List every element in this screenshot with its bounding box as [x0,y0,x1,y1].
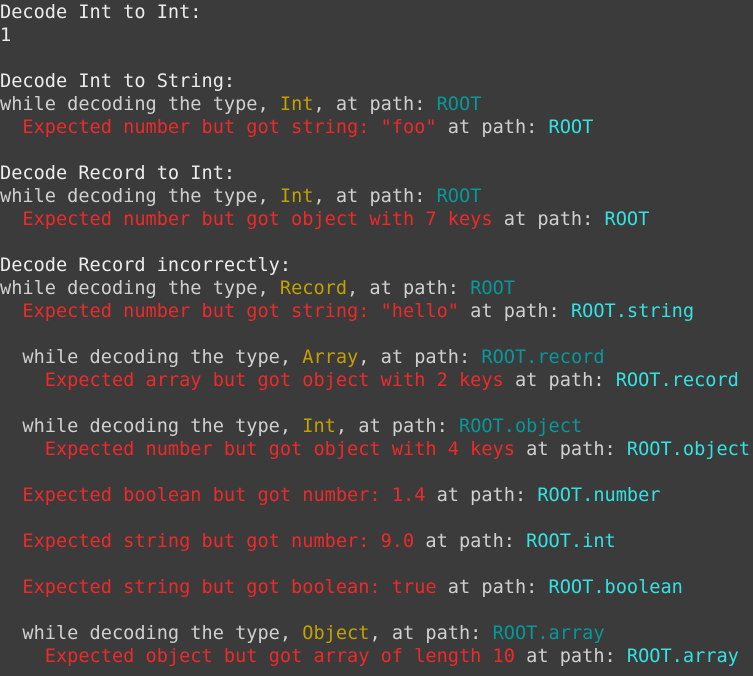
error-path: ROOT.int [526,531,616,552]
terminal-line: while decoding the type, Record, at path… [0,277,753,300]
terminal-line: Decode Int to Int: [0,1,753,24]
context-path: ROOT.array [492,623,605,644]
type-name: Int [302,416,336,437]
error-message: Expected number but got object with 7 ke… [22,209,493,230]
error-message: Expected boolean but got number: 1.4 [22,485,426,506]
context-path: ROOT [470,278,515,299]
error-path: ROOT.string [570,301,695,322]
context-text: while decoding the type, [22,347,303,368]
terminal-line: Expected boolean but got number: 1.4 at … [0,484,753,507]
error-path: ROOT.object [626,439,751,460]
section-heading: Decode Record incorrectly: [0,255,292,276]
terminal-line: Expected object but got array of length … [0,645,753,668]
context-text: at path: [514,646,627,667]
terminal-line: Decode Record to Int: [0,162,753,185]
context-text: , at path: [313,186,437,207]
terminal-line: 1 [0,24,753,47]
error-message: Expected string but got boolean: true [22,577,437,598]
context-text: , at path: [313,94,437,115]
error-path: ROOT.record [615,370,739,391]
context-text: while decoding the type, [22,416,303,437]
type-name: Int [279,186,314,207]
error-message: Expected number but got string: "foo" [22,117,437,138]
context-text: at path: [514,439,627,460]
context-text: while decoding the type, [0,94,280,115]
error-path: ROOT.boolean [548,577,683,598]
context-text: at path: [458,301,571,322]
section-heading: Decode Int to Int: [0,2,202,23]
error-message: Expected array but got object with 2 key… [44,370,504,391]
terminal-line: while decoding the type, Int, at path: R… [0,185,753,208]
terminal-line: Expected number but got string: "hello" … [0,300,753,323]
terminal-line: while decoding the type, Int, at path: R… [0,415,753,438]
terminal-line: Expected number but got string: "foo" at… [0,116,753,139]
section-heading: Decode Int to String: [0,71,236,92]
type-name: Array [302,347,359,368]
context-text: at path: [436,117,549,138]
terminal-line: while decoding the type, Object, at path… [0,622,753,645]
section-heading: Decode Record to Int: [0,163,236,184]
terminal-line: Expected number but got object with 4 ke… [0,438,753,461]
context-text: at path: [425,485,538,506]
terminal-line: Decode Int to String: [0,70,753,93]
terminal-line: Expected array but got object with 2 key… [0,369,753,392]
error-path: ROOT [548,117,594,138]
type-name: Record [279,278,348,299]
error-path: ROOT.array [626,646,739,667]
type-name: Int [279,94,314,115]
context-path: ROOT.object [459,416,583,437]
terminal-output: Decode Int to Int: 1 Decode Int to String:… [0,0,753,668]
context-text: while decoding the type, [0,186,280,207]
context-text: , at path: [358,347,482,368]
terminal-line: Expected string but got number: 9.0 at p… [0,530,753,553]
context-text: at path: [414,531,527,552]
context-text: at path: [503,370,616,391]
error-message: Expected number but got string: "hello" [22,301,459,322]
context-path: ROOT [436,186,482,207]
type-name: Object [302,623,370,644]
section-heading: 1 [0,25,12,46]
context-text: , at path: [369,623,493,644]
terminal-line: while decoding the type, Array, at path:… [0,346,753,369]
terminal-line: Expected string but got boolean: true at… [0,576,753,599]
context-path: ROOT.record [481,347,605,368]
context-text: at path: [436,577,549,598]
terminal-line: Expected number but got object with 7 ke… [0,208,753,231]
error-path: ROOT.number [537,485,661,506]
context-path: ROOT [436,94,482,115]
context-text: while decoding the type, [0,278,280,299]
error-message: Expected number but got object with 4 ke… [44,439,515,460]
error-message: Expected string but got number: 9.0 [22,531,415,552]
context-text: while decoding the type, [22,623,303,644]
error-path: ROOT [604,209,650,230]
context-text: at path: [492,209,605,230]
terminal-line: Decode Record incorrectly: [0,254,753,277]
context-text: , at path: [335,416,459,437]
context-text: , at path: [347,278,471,299]
error-message: Expected object but got array of length … [44,646,515,667]
terminal-line: while decoding the type, Int, at path: R… [0,93,753,116]
